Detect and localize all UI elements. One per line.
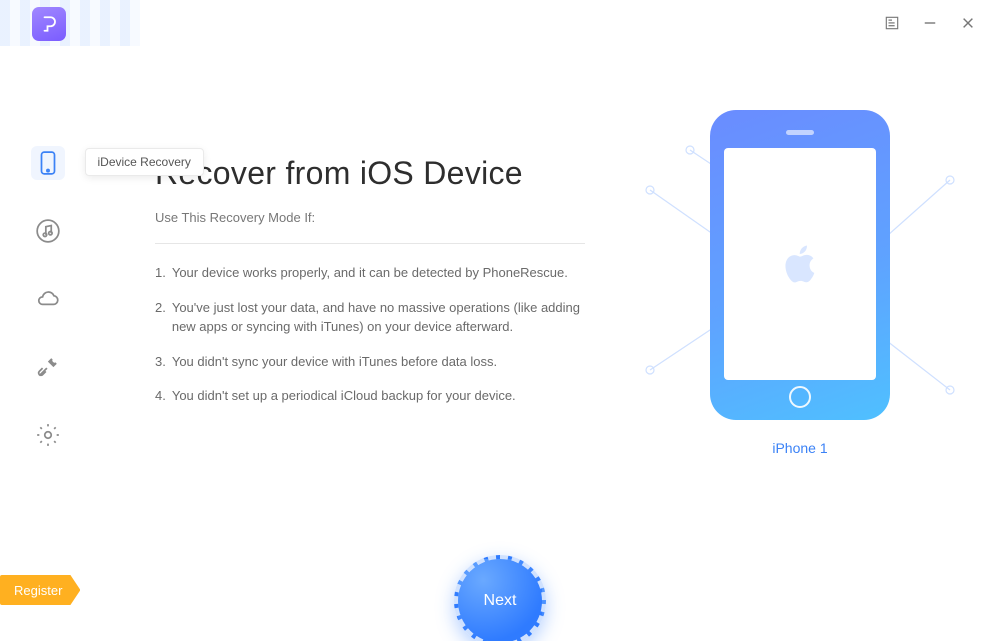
sidebar: iDevice Recovery bbox=[0, 46, 95, 641]
app-logo bbox=[0, 0, 140, 46]
tools-icon bbox=[35, 354, 61, 380]
title-bar-left bbox=[0, 0, 140, 46]
device-name[interactable]: iPhone 1 bbox=[772, 440, 827, 456]
sidebar-item-settings[interactable] bbox=[31, 418, 65, 452]
list-text: You've just lost your data, and have no … bbox=[172, 299, 585, 337]
app-logo-badge bbox=[32, 7, 66, 41]
list-item: 4. You didn't set up a periodical iCloud … bbox=[155, 387, 585, 406]
list-number: 1. bbox=[155, 264, 166, 283]
phone-screen bbox=[724, 148, 876, 380]
list-text: You didn't set up a periodical iCloud ba… bbox=[172, 387, 516, 406]
device-panel: iPhone 1 bbox=[630, 110, 970, 470]
phone-speaker bbox=[786, 130, 814, 135]
title-bar bbox=[0, 0, 1000, 46]
list-number: 3. bbox=[155, 353, 166, 372]
sidebar-item-tools[interactable] bbox=[31, 350, 65, 384]
music-note-icon bbox=[35, 218, 61, 244]
minimize-icon[interactable] bbox=[922, 15, 938, 31]
cloud-icon bbox=[35, 286, 61, 312]
list-number: 2. bbox=[155, 299, 166, 337]
sidebar-tooltip: iDevice Recovery bbox=[85, 148, 204, 176]
register-button[interactable]: Register bbox=[0, 575, 80, 605]
phone-home-button bbox=[789, 386, 811, 408]
close-icon[interactable] bbox=[960, 15, 976, 31]
device-illustration bbox=[710, 110, 890, 420]
apple-logo-icon bbox=[774, 238, 826, 290]
next-button[interactable]: Next bbox=[454, 555, 546, 641]
sidebar-item-itunes[interactable] bbox=[31, 214, 65, 248]
list-item: 3. You didn't sync your device with iTune… bbox=[155, 353, 585, 372]
list-item: 2.You've just lost your data, and have n… bbox=[155, 299, 585, 337]
divider bbox=[155, 243, 585, 244]
sidebar-item-idevice[interactable]: iDevice Recovery bbox=[31, 146, 65, 180]
list-number: 4. bbox=[155, 387, 166, 406]
window-controls bbox=[884, 15, 1000, 31]
phone-icon bbox=[35, 150, 61, 176]
list-text: Your device works properly, and it can b… bbox=[172, 264, 568, 283]
gear-icon bbox=[35, 422, 61, 448]
list-item: 1. Your device works properly, and it can… bbox=[155, 264, 585, 283]
conditions-list: 1. Your device works properly, and it can… bbox=[155, 264, 585, 406]
sidebar-item-icloud[interactable] bbox=[31, 282, 65, 316]
menu-icon[interactable] bbox=[884, 15, 900, 31]
list-text: You didn't sync your device with iTunes … bbox=[172, 353, 497, 372]
